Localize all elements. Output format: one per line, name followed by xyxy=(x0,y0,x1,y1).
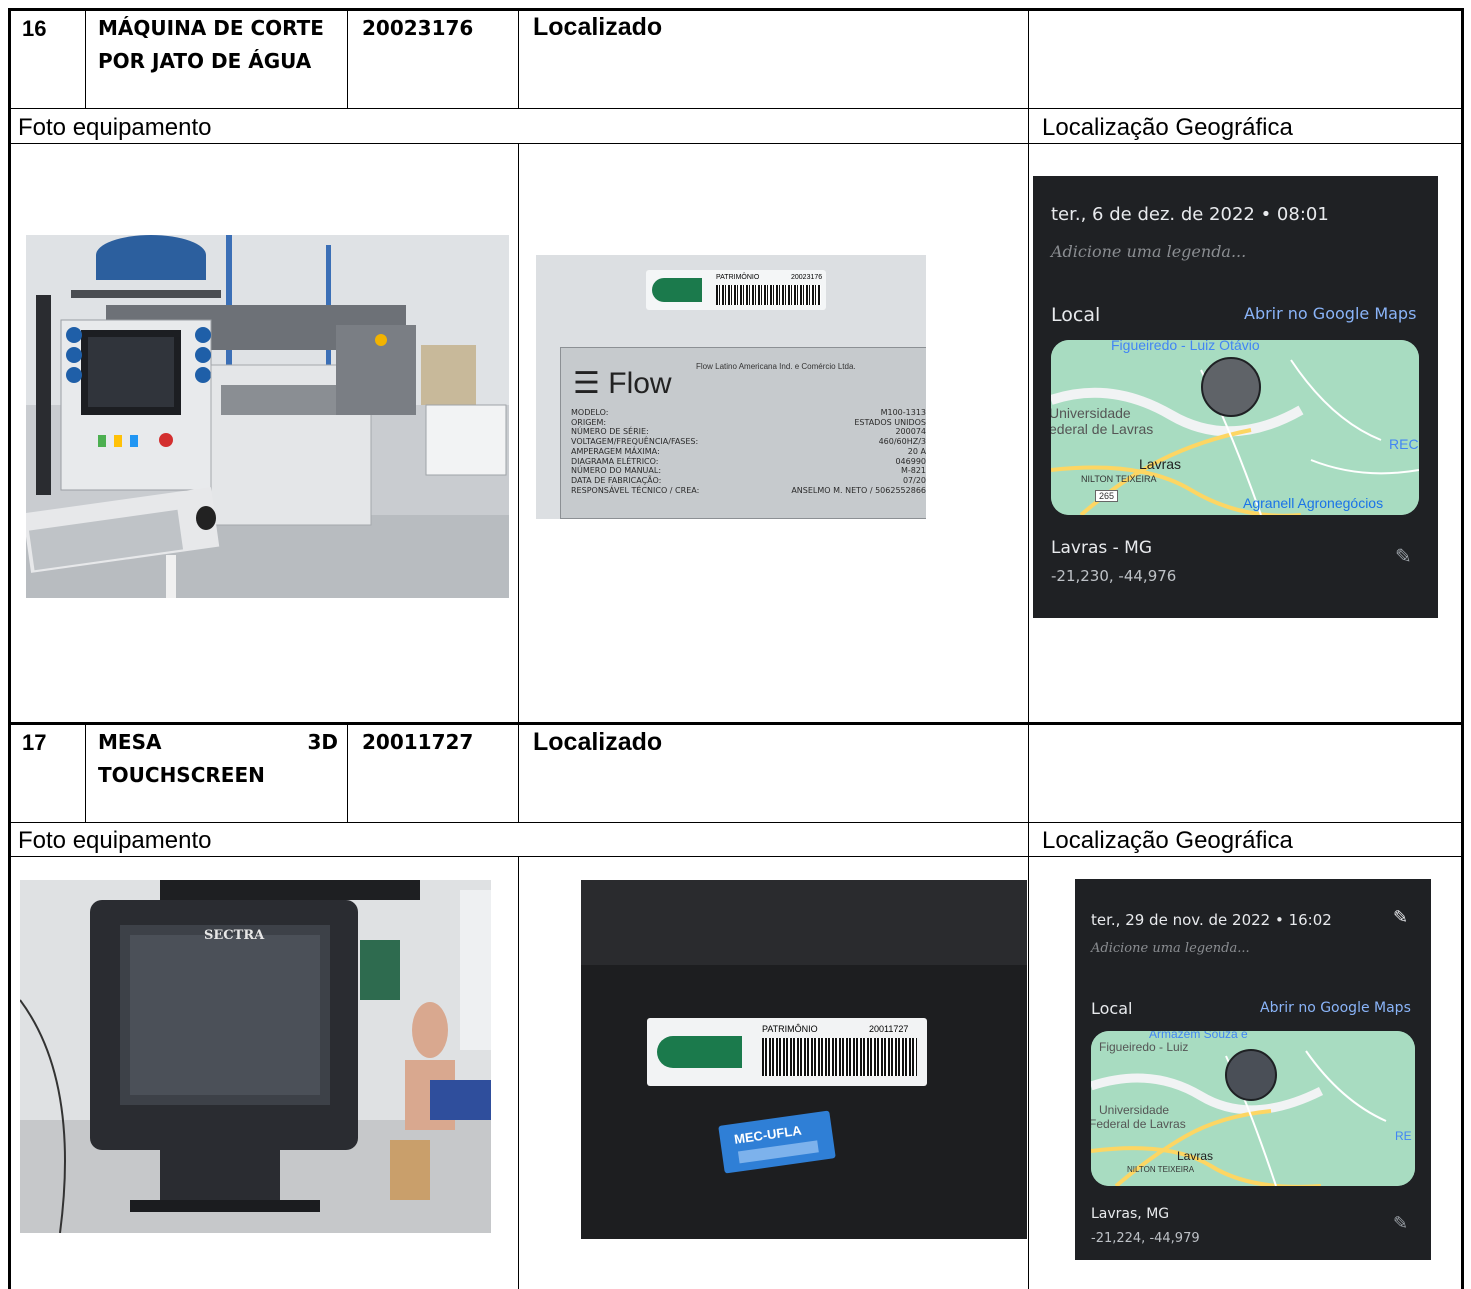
equipment-photo: SECTRA xyxy=(20,880,491,1233)
photo-datetime: ter., 6 de dez. de 2022 • 08:01 xyxy=(1051,204,1329,225)
item-number: 16 xyxy=(22,16,47,41)
plate-field-value: 460/60HZ/3 xyxy=(878,437,926,447)
ufla-logo-icon xyxy=(657,1036,742,1068)
map-label-top: Figueiredo - Luiz Otávio xyxy=(1111,340,1260,353)
place-coords: -21,230, -44,976 xyxy=(1051,567,1177,585)
barcode-icon xyxy=(716,285,821,305)
map-label-street: NILTON TEIXEIRA xyxy=(1127,1165,1195,1174)
asset-tag: PATRIMÔNIO 20011727 xyxy=(647,1018,927,1086)
photo-datetime: ter., 29 de nov. de 2022 • 16:02 xyxy=(1091,911,1332,929)
plate-field-label: MODELO: xyxy=(571,408,609,417)
map-label-city: Lavras xyxy=(1177,1149,1214,1163)
open-google-maps-link[interactable]: Abrir no Google Maps xyxy=(1244,304,1416,323)
flow-logo-icon: ☰ xyxy=(573,367,600,400)
asset-tag: PATRIMÔNIO 20023176 xyxy=(646,270,826,310)
plate-field-label: AMPERAGEM MÁXIMA: xyxy=(571,446,660,456)
equipment-name-word: MESA xyxy=(98,730,162,754)
caption-input[interactable]: Adicione uma legenda... xyxy=(1051,242,1246,261)
map-label-right: RE xyxy=(1395,1129,1412,1143)
plate-fields: MODELO: M100-1313 ORIGEM: ESTADOS UNIDOS N… xyxy=(571,408,926,495)
plate-field-value: M-821 xyxy=(900,466,926,476)
plate-field-label: RESPONSÁVEL TÉCNICO / CREA: xyxy=(571,485,700,495)
plate-field-value: M100-1313 xyxy=(880,408,926,417)
local-label: Local xyxy=(1091,999,1133,1018)
plate-field-label: VOLTAGEM/FREQUÊNCIA/FASES: xyxy=(571,437,699,447)
place-name: Lavras - MG xyxy=(1051,538,1152,558)
equipment-name-word: 3D xyxy=(307,730,338,754)
map-label-road: 265 xyxy=(1095,490,1119,502)
map-preview[interactable]: Figueiredo - Luiz Otávio Universidade ed… xyxy=(1051,340,1419,515)
plate-field-value: 20 A xyxy=(907,446,926,456)
plate-field-label: NÚMERO DE SÉRIE: xyxy=(571,427,649,437)
photo-header: Foto equipamento xyxy=(18,114,212,141)
plate-field-value: ESTADOS UNIDOS xyxy=(854,417,926,427)
geo-header: Localização Geográfica xyxy=(1042,114,1293,141)
equipment-name: MESA 3D TOUCHSCREEN xyxy=(98,726,338,792)
plate-brand: Flow xyxy=(608,367,672,400)
map-label-street: NILTON TEIXEIRA xyxy=(1081,474,1157,484)
photo-pin-icon xyxy=(1201,357,1261,417)
asset-code: 20011727 xyxy=(362,730,474,754)
map-label-univ2: Federal de Lavras xyxy=(1091,1117,1186,1131)
map-label-univ2: ederal de Lavras xyxy=(1051,421,1154,437)
map-label-univ1: Universidade xyxy=(1051,405,1131,421)
barcode-icon xyxy=(762,1038,917,1076)
status-label: Localizado xyxy=(533,728,663,756)
caption-input[interactable]: Adicione uma legenda... xyxy=(1091,941,1250,956)
photo-header: Foto equipamento xyxy=(18,827,212,854)
map-label-univ1: Universidade xyxy=(1099,1103,1170,1117)
flow-plate: ☰ Flow Flow Latino Americana Ind. e Comé… xyxy=(560,347,926,519)
status-label: Localizado xyxy=(533,13,663,41)
asset-tag-number: 20011727 xyxy=(869,1024,909,1034)
blue-asset-tag: MEC-UFLA xyxy=(718,1110,836,1174)
edit-pencil-icon[interactable]: ✎ xyxy=(1395,544,1412,568)
map-label-city: Lavras xyxy=(1139,456,1182,472)
sectra-brand-label: SECTRA xyxy=(204,928,265,943)
ufla-logo-icon xyxy=(652,278,702,302)
map-label-biz: Agranell Agronegócios xyxy=(1243,495,1384,511)
equipment-name-line2: POR JATO DE ÁGUA xyxy=(98,49,312,73)
place-coords: -21,224, -44,979 xyxy=(1091,1231,1200,1246)
plate-field-label: NÚMERO DO MANUAL: xyxy=(571,466,662,476)
plate-company: Flow Latino Americana Ind. e Comércio Lt… xyxy=(696,362,856,371)
plate-field-label: ORIGEM: xyxy=(571,417,607,427)
equipment-name-line2: TOUCHSCREEN xyxy=(98,763,265,787)
equipment-name-line1: MÁQUINA DE CORTE xyxy=(98,16,324,40)
item-number: 17 xyxy=(22,730,47,755)
asset-tag-photo: PATRIMÔNIO 20011727 MEC-UFLA xyxy=(581,880,1027,1239)
equipment-photo xyxy=(26,235,509,598)
photo-pin-icon xyxy=(1225,1049,1277,1101)
map-label-right: REC xyxy=(1389,436,1419,452)
plate-field-label: DIAGRAMA ELÉTRICO: xyxy=(571,456,659,466)
geo-header: Localização Geográfica xyxy=(1042,827,1293,854)
map-label-top2: Figueiredo - Luiz xyxy=(1099,1040,1189,1054)
open-google-maps-link[interactable]: Abrir no Google Maps xyxy=(1260,1000,1411,1016)
plate-field-value: 046990 xyxy=(895,456,926,466)
asset-tag-number: 20023176 xyxy=(791,274,823,281)
equipment-name: MÁQUINA DE CORTE POR JATO DE ÁGUA xyxy=(98,12,338,78)
edit-pencil-icon[interactable]: ✎ xyxy=(1393,907,1408,928)
nameplate-photo: PATRIMÔNIO 20023176 ☰ Flow Flow Latino A… xyxy=(536,255,926,519)
place-name: Lavras, MG xyxy=(1091,1206,1170,1222)
plate-field-value: ANSELMO M. NETO / 5062552866 xyxy=(791,485,926,495)
plate-field-label: DATA DE FABRICAÇÃO: xyxy=(571,475,662,485)
local-label: Local xyxy=(1051,304,1101,326)
edit-pencil-icon[interactable]: ✎ xyxy=(1393,1213,1408,1234)
geo-location-panel: ter., 6 de dez. de 2022 • 08:01 Adicione… xyxy=(1033,176,1438,618)
geo-location-panel: ter., 29 de nov. de 2022 • 16:02 ✎ Adici… xyxy=(1075,879,1431,1260)
plate-field-value: 200074 xyxy=(895,427,926,437)
asset-tag-label: PATRIMÔNIO xyxy=(716,274,760,281)
plate-field-value: 07/20 xyxy=(902,475,926,485)
asset-tag-label: PATRIMÔNIO xyxy=(762,1024,818,1034)
cabinet-top xyxy=(581,880,1027,965)
map-preview[interactable]: Armazém Souza e Figueiredo - Luiz Univer… xyxy=(1091,1031,1415,1186)
asset-code: 20023176 xyxy=(362,16,474,40)
